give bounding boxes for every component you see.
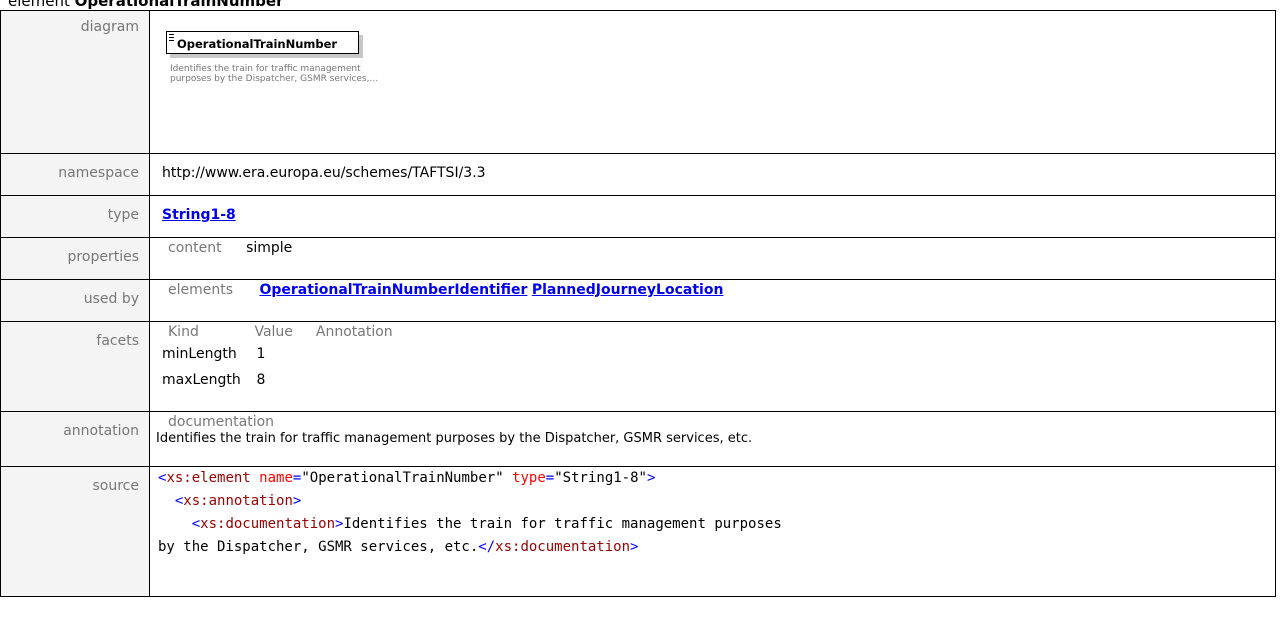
type-link[interactable]: String1-8 xyxy=(162,207,236,223)
source-tag-annotation: xs:annotation xyxy=(183,493,293,509)
used-by-link-planned-journey-location[interactable]: PlannedJourneyLocation xyxy=(532,282,724,298)
properties-cell: content simple xyxy=(149,237,1276,280)
row-type: type String1-8 xyxy=(0,195,1276,238)
label-namespace: namespace xyxy=(0,153,150,196)
element-doc-table: diagram OperationalTrainNumber Identifie… xyxy=(0,10,1276,597)
label-source: source xyxy=(0,466,150,597)
label-diagram: diagram xyxy=(0,10,150,154)
facets-header-value: Value xyxy=(254,324,293,340)
element-lines-icon xyxy=(169,34,174,43)
diagram-element-box[interactable]: OperationalTrainNumber xyxy=(166,31,364,58)
facets-cell: Kind Value Annotation minLength 1 maxLen… xyxy=(149,321,1276,412)
source-attr-name-value: OperationalTrainNumber xyxy=(309,470,496,486)
used-by-elements-label: elements xyxy=(168,282,234,298)
row-diagram: diagram OperationalTrainNumber Identifie… xyxy=(0,10,1276,154)
source-tag-documentation: xs:documentation xyxy=(200,516,336,532)
label-facets: facets xyxy=(0,321,150,412)
heading-prefix: element xyxy=(8,0,70,10)
row-annotation: annotation documentation Identifies the … xyxy=(0,411,1276,467)
label-annotation: annotation xyxy=(0,411,150,467)
label-used-by: used by xyxy=(0,279,150,322)
properties-content-label: content xyxy=(168,240,222,256)
row-source: source <xs:element name="OperationalTrai… xyxy=(0,466,1276,597)
source-attr-type-value: String1-8 xyxy=(562,470,639,486)
facet-value: 1 xyxy=(256,346,266,362)
facet-kind: minLength xyxy=(162,346,237,362)
facet-row: maxLength 8 xyxy=(156,372,1275,388)
facets-header-row: Kind Value Annotation xyxy=(168,324,1275,340)
facets-header-kind: Kind xyxy=(168,324,199,340)
source-attr-type: type xyxy=(512,470,546,486)
facets-header-annotation: Annotation xyxy=(315,324,393,340)
source-doc-text-part1: Identifies the train for traffic managem… xyxy=(343,516,782,532)
facet-value: 8 xyxy=(256,372,266,388)
row-used-by: used by elements OperationalTrainNumberI… xyxy=(0,279,1276,322)
facet-kind: maxLength xyxy=(162,372,241,388)
namespace-value: http://www.era.europa.eu/schemes/TAFTSI/… xyxy=(149,153,1276,196)
row-facets: facets Kind Value Annotation minLength 1… xyxy=(0,321,1276,412)
used-by-link-operational-train-number-identifier[interactable]: OperationalTrainNumberIdentifier xyxy=(259,282,527,298)
source-doc-text-part2: by the Dispatcher, GSMR services, etc. xyxy=(158,539,479,555)
label-properties: properties xyxy=(0,237,150,280)
annotation-documentation-text: Identifies the train for traffic managem… xyxy=(156,431,753,446)
heading-element-name: OperationalTrainNumber xyxy=(74,0,284,10)
diagram-element-title: OperationalTrainNumber xyxy=(177,37,338,51)
used-by-cell: elements OperationalTrainNumberIdentifie… xyxy=(149,279,1276,322)
annotation-documentation-label: documentation xyxy=(168,414,275,430)
row-properties: properties content simple xyxy=(0,237,1276,280)
page-heading: element OperationalTrainNumber xyxy=(8,0,283,10)
diagram-element-node: OperationalTrainNumber xyxy=(166,31,359,54)
facet-row: minLength 1 xyxy=(156,346,1275,362)
type-cell: String1-8 xyxy=(149,195,1276,238)
source-tag-documentation-close: xs:documentation xyxy=(495,539,631,555)
source-code-block: <xs:element name="OperationalTrainNumber… xyxy=(149,466,1276,597)
label-type: type xyxy=(0,195,150,238)
source-attr-name: name xyxy=(259,470,293,486)
diagram-cell: OperationalTrainNumber Identifies the tr… xyxy=(149,10,1276,154)
annotation-cell: documentation Identifies the train for t… xyxy=(149,411,1276,467)
diagram-doc-text: Identifies the train for traffic managem… xyxy=(170,64,379,84)
properties-content-value: simple xyxy=(246,240,293,256)
row-namespace: namespace http://www.era.europa.eu/schem… xyxy=(0,153,1276,196)
source-tag-element: xs:element xyxy=(166,470,251,486)
